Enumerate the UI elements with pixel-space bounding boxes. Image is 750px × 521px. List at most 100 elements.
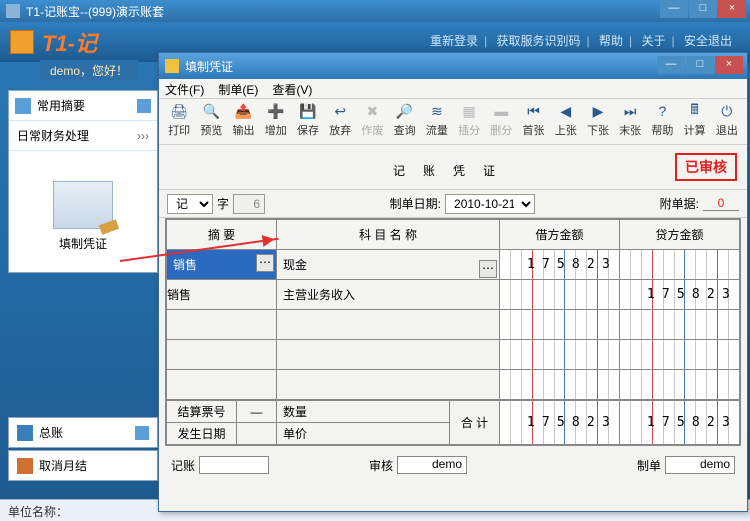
- voucher-seq-input[interactable]: [233, 194, 265, 214]
- close-button[interactable]: ×: [718, 0, 746, 18]
- summary-cell-selected[interactable]: 销售⋯: [167, 250, 276, 279]
- tb-icon: ▦: [459, 101, 479, 121]
- maximize-button[interactable]: □: [689, 0, 717, 18]
- toolbar: 🖨打印🔍预览📤输出➕增加💾保存↩放弃✖作废🔎查询≋流量▦插分▬删分⏮首张◀上张▶…: [159, 99, 747, 145]
- posting-user: [199, 456, 269, 474]
- link-ledger[interactable]: 总账: [8, 417, 158, 448]
- link-cancel-monthend[interactable]: 取消月结: [8, 450, 158, 481]
- tb-增加[interactable]: ➕增加: [261, 101, 291, 142]
- tb-作废: ✖作废: [357, 101, 387, 142]
- credit-cell[interactable]: [620, 340, 740, 370]
- left-panel: 常用摘要 日常财务处理 ››› 填制凭证: [8, 90, 158, 273]
- total-debit: 175823: [500, 401, 620, 445]
- link-relogin[interactable]: 重新登录: [430, 34, 478, 48]
- panel-action-icon[interactable]: [137, 99, 151, 113]
- tb-icon: ▶: [588, 101, 608, 121]
- credit-cell[interactable]: 175823: [620, 280, 740, 310]
- credit-cell[interactable]: [620, 250, 740, 280]
- credit-cell[interactable]: [620, 310, 740, 340]
- menu-edit[interactable]: 制单(E): [218, 81, 258, 96]
- tb-计算[interactable]: 🖩计算: [680, 101, 710, 142]
- grid-row[interactable]: 销售主营业务收入175823: [167, 280, 740, 310]
- tb-流量[interactable]: ≋流量: [422, 101, 452, 142]
- lookup-button[interactable]: ⋯: [479, 260, 497, 278]
- tb-帮助[interactable]: ?帮助: [647, 101, 677, 142]
- signature-row: 记账 审核demo 制单demo: [159, 446, 747, 484]
- tb-icon: 💾: [298, 101, 318, 121]
- tb-icon: ⏮: [524, 101, 544, 121]
- tb-icon: ↩: [330, 101, 350, 121]
- link-exit[interactable]: 安全退出: [684, 34, 732, 48]
- voucher-controls: 记 字 制单日期: 2010-10-21 附单据: 0: [159, 190, 747, 218]
- tb-下张[interactable]: ▶下张: [583, 101, 613, 142]
- tb-icon: ≋: [427, 101, 447, 121]
- tb-末张[interactable]: ⏭末张: [615, 101, 645, 142]
- grid-row[interactable]: [167, 340, 740, 370]
- tb-保存[interactable]: 💾保存: [293, 101, 323, 142]
- voucher-window: 填制凭证 — □ × 文件(F) 制单(E) 查看(V) 🖨打印🔍预览📤输出➕增…: [158, 52, 748, 512]
- attachment-count[interactable]: 0: [703, 196, 739, 211]
- total-credit: 175823: [620, 401, 740, 445]
- tb-icon: ?: [652, 101, 672, 121]
- menubar: 文件(F) 制单(E) 查看(V): [159, 79, 747, 99]
- voucher-icon: [53, 181, 113, 229]
- tb-icon: ➕: [266, 101, 286, 121]
- tb-退出[interactable]: ⏻退出: [712, 101, 742, 142]
- debit-cell[interactable]: 175823: [500, 250, 620, 280]
- tb-icon: ⏭: [620, 101, 640, 121]
- tb-打印[interactable]: 🖨打印: [164, 101, 194, 142]
- audit-user: demo: [397, 456, 467, 474]
- app-icon: [6, 4, 20, 18]
- subject-cell[interactable]: 现金⋯: [277, 256, 499, 273]
- grid-row[interactable]: [167, 370, 740, 400]
- link-service-code[interactable]: 获取服务识别码: [497, 34, 581, 48]
- chevron-right-icon: ›››: [137, 129, 149, 143]
- voucher-date-select[interactable]: 2010-10-21: [445, 194, 535, 214]
- debit-cell[interactable]: [500, 280, 620, 310]
- inner-close-button[interactable]: ×: [715, 56, 743, 74]
- voucher-window-icon: [165, 59, 179, 73]
- debit-cell[interactable]: [500, 340, 620, 370]
- voucher-titlebar: 填制凭证 — □ ×: [159, 53, 747, 79]
- tb-icon: ▬: [491, 101, 511, 121]
- total-label: 合 计: [450, 401, 500, 445]
- tb-查询[interactable]: 🔎查询: [390, 101, 420, 142]
- credit-cell[interactable]: [620, 370, 740, 400]
- col-credit: 贷方金额: [620, 220, 740, 250]
- outer-window-titlebar: T1-记账宝--(999)演示账套 — □ ×: [0, 0, 750, 22]
- tb-icon: ◀: [556, 101, 576, 121]
- top-links: 重新登录| 获取服务识别码| 帮助| 关于| 安全退出: [424, 32, 738, 49]
- link-help[interactable]: 帮助: [599, 34, 623, 48]
- summary-icon: [15, 98, 31, 114]
- logo-icon: [10, 30, 34, 54]
- voucher-type-select[interactable]: 记: [167, 194, 213, 214]
- tb-放弃[interactable]: ↩放弃: [325, 101, 355, 142]
- menu-file[interactable]: 文件(F): [165, 81, 204, 96]
- tb-icon: 🖩: [685, 101, 705, 121]
- book-icon: [17, 425, 33, 441]
- ledger-action-icon[interactable]: [135, 426, 149, 440]
- inner-minimize-button[interactable]: —: [657, 56, 685, 74]
- approved-stamp: 已审核: [675, 153, 737, 181]
- subject-cell[interactable]: 主营业务收入: [277, 286, 499, 303]
- grid-row[interactable]: [167, 310, 740, 340]
- menu-view[interactable]: 查看(V): [272, 81, 312, 96]
- inner-maximize-button[interactable]: □: [686, 56, 714, 74]
- section-daily-finance[interactable]: 日常财务处理 ›››: [9, 121, 157, 151]
- lookup-button[interactable]: ⋯: [256, 254, 274, 272]
- tb-icon: ⏻: [717, 101, 737, 121]
- debit-cell[interactable]: [500, 370, 620, 400]
- tb-上张[interactable]: ◀上张: [551, 101, 581, 142]
- grid-row[interactable]: 销售⋯现金⋯175823: [167, 250, 740, 280]
- panel-header: 常用摘要: [37, 97, 85, 114]
- minimize-button[interactable]: —: [660, 0, 688, 18]
- tb-输出[interactable]: 📤输出: [228, 101, 258, 142]
- tb-icon: 🖨: [169, 101, 189, 121]
- link-about[interactable]: 关于: [642, 34, 666, 48]
- col-subject: 科 目 名 称: [277, 220, 500, 250]
- tb-删分: ▬删分: [486, 101, 516, 142]
- tb-预览[interactable]: 🔍预览: [196, 101, 226, 142]
- tb-icon: 🔎: [395, 101, 415, 121]
- tb-首张[interactable]: ⏮首张: [518, 101, 548, 142]
- debit-cell[interactable]: [500, 310, 620, 340]
